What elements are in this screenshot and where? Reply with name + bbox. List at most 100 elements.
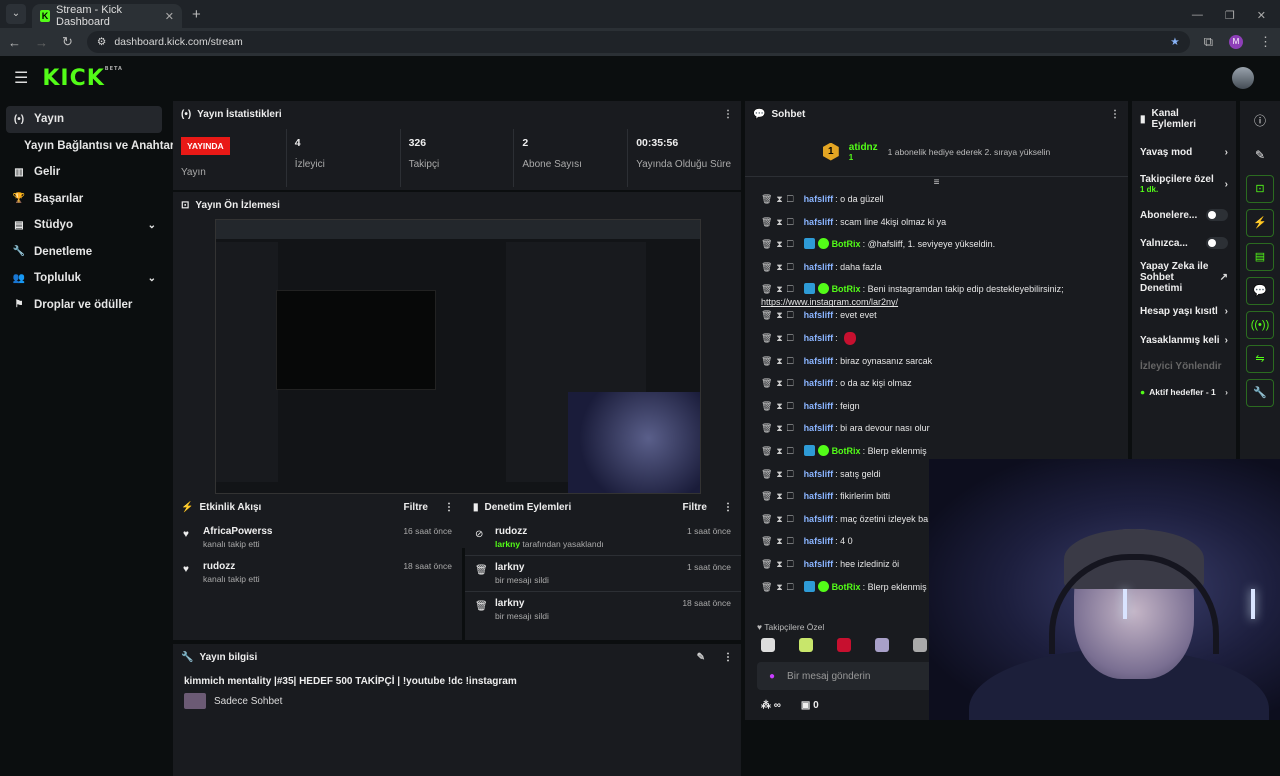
ban-icon: ⊘ xyxy=(475,529,484,540)
chat-link[interactable]: https://www.instagram.com/lar2ny/ xyxy=(761,296,1112,309)
gift-indicator[interactable]: ▣ 0 xyxy=(801,700,819,711)
trash-icon: 🗑 xyxy=(475,601,488,612)
chevron-right-icon: › xyxy=(1225,387,1228,397)
sidebar-item-basarilar[interactable]: 🏆 Başarılar xyxy=(0,186,168,213)
banned-words-action[interactable]: Yasaklanmış keli › xyxy=(1132,325,1236,355)
broadcast-icon[interactable]: ((•)) xyxy=(1246,311,1274,339)
site-info-icon[interactable]: ⚙ xyxy=(97,36,106,48)
back-icon[interactable]: ← xyxy=(8,35,21,50)
top-bar: ☰ KICKBETA xyxy=(0,56,1280,100)
mod-tools-icon[interactable]: 🗑⧗☐ xyxy=(761,309,798,322)
mod-tools-icon[interactable]: 🗑⧗☐ xyxy=(761,581,798,594)
restore-icon[interactable]: ❐ xyxy=(1225,9,1235,22)
chevron-right-icon: › xyxy=(1224,334,1228,346)
revenue-icon: ▥ xyxy=(14,166,24,178)
account-age-action[interactable]: Hesap yaşı kısıtl › xyxy=(1132,297,1236,325)
new-tab-button[interactable]: + xyxy=(192,6,201,23)
emote-only-action[interactable]: Yalnızca... xyxy=(1132,229,1236,257)
emote-icon[interactable] xyxy=(837,638,851,652)
clip-icon[interactable]: ⊡ xyxy=(1246,175,1274,203)
url-text: dashboard.kick.com/stream xyxy=(114,36,243,48)
emote-icon[interactable] xyxy=(875,638,889,652)
more-icon[interactable]: ⋮ xyxy=(1110,109,1120,120)
forward-icon[interactable]: → xyxy=(35,35,48,50)
trash-icon: 🗑 xyxy=(475,565,488,576)
mic-icon[interactable]: ● xyxy=(769,671,775,682)
sidebar-item-denetleme[interactable]: 🔧 Denetleme xyxy=(0,239,168,266)
split-icon[interactable]: ⇋ xyxy=(1246,345,1274,373)
more-icon[interactable]: ⋮ xyxy=(723,109,733,120)
chat-icon[interactable]: 💬 xyxy=(1246,277,1274,305)
mod-tools-icon[interactable]: 🗑⧗☐ xyxy=(761,261,798,274)
stat-subscribers: 2 Abone Sayısı xyxy=(514,129,629,187)
bolt-icon: ⚡ xyxy=(181,501,194,513)
sidebar-item-studyo[interactable]: ▤ Stüdyo ⌄ xyxy=(0,212,168,239)
browser-menu-icon[interactable]: ⋮ xyxy=(1259,34,1272,50)
emote-icon[interactable] xyxy=(799,638,813,652)
slow-mode-action[interactable]: Yavaş mod › xyxy=(1132,137,1236,167)
sidebar-item-yayin[interactable]: (•) Yayın xyxy=(6,106,162,133)
category-thumbnail xyxy=(184,693,206,709)
mod-tools-icon[interactable]: 🗑⧗☐ xyxy=(761,445,798,458)
edit-icon[interactable]: ✎ xyxy=(697,652,705,663)
more-icon[interactable]: ⋮ xyxy=(723,652,733,663)
tab-search-button[interactable]: ⌄ xyxy=(6,4,26,24)
wrench-icon[interactable]: 🔧 xyxy=(1246,379,1274,407)
mod-tools-icon[interactable]: 🗑⧗☐ xyxy=(761,216,798,229)
sidebar-item-stream-key[interactable]: Yayın Bağlantısı ve Anahtarı xyxy=(0,133,178,160)
bookmark-star-icon[interactable]: ★ xyxy=(1170,36,1179,48)
mod-tools-icon[interactable]: 🗑⧗☐ xyxy=(761,558,798,571)
edit-icon[interactable]: ✎ xyxy=(1246,141,1274,169)
mod-tools-icon[interactable]: 🗑⧗☐ xyxy=(761,283,798,296)
mod-tools-icon[interactable]: 🗑⧗☐ xyxy=(761,468,798,481)
more-icon[interactable]: ⋮ xyxy=(723,502,733,513)
mod-tools-icon[interactable]: 🗑⧗☐ xyxy=(761,355,798,368)
reload-icon[interactable]: ↻ xyxy=(62,34,73,50)
subscribers-only-action[interactable]: Abonelere... xyxy=(1132,201,1236,229)
mod-tools-icon[interactable]: 🗑⧗☐ xyxy=(761,422,798,435)
document-icon[interactable]: ▤ xyxy=(1246,243,1274,271)
stat-viewers: 4 İzleyici xyxy=(287,129,401,187)
mod-tools-icon[interactable]: 🗑⧗☐ xyxy=(761,400,798,413)
mod-tools-icon[interactable]: 🗑⧗☐ xyxy=(761,193,798,206)
profile-avatar[interactable]: M xyxy=(1229,35,1243,49)
more-icon[interactable]: ⋮ xyxy=(444,502,454,513)
active-goals-action[interactable]: ● Aktif hedefler - 1 › xyxy=(1132,377,1236,407)
chevron-right-icon: › xyxy=(1224,305,1228,317)
menu-icon[interactable]: ☰ xyxy=(14,68,28,88)
sidebar-item-topluluk[interactable]: 👥 Topluluk ⌄ xyxy=(0,265,168,292)
info-icon[interactable]: ⓘ xyxy=(1246,107,1274,135)
toggle-switch[interactable] xyxy=(1206,209,1228,221)
stream-preview-video[interactable] xyxy=(215,219,701,494)
emote-icon[interactable] xyxy=(761,638,775,652)
mod-tools-icon[interactable]: 🗑⧗☐ xyxy=(761,377,798,390)
emote-icon[interactable] xyxy=(913,638,927,652)
mod-tools-icon[interactable]: 🗑⧗☐ xyxy=(761,535,798,548)
bolt-icon[interactable]: ⚡ xyxy=(1246,209,1274,237)
filter-button[interactable]: Filtre xyxy=(404,502,428,513)
user-avatar[interactable] xyxy=(1232,67,1254,89)
extensions-icon[interactable]: ⧉ xyxy=(1204,34,1213,50)
close-window-icon[interactable]: ✕ xyxy=(1257,9,1266,22)
sidebar-item-droplar[interactable]: ⚑ Droplar ve ödüller xyxy=(0,292,168,319)
kick-logo[interactable]: KICKBETA xyxy=(42,66,123,91)
mod-tools-icon[interactable]: 🗑⧗☐ xyxy=(761,332,798,345)
mod-tools-icon[interactable]: 🗑⧗☐ xyxy=(761,513,798,526)
minimize-icon[interactable]: — xyxy=(1192,9,1203,22)
url-input[interactable]: ⚙ dashboard.kick.com/stream ★ xyxy=(86,31,1190,53)
mod-tools-icon[interactable]: 🗑⧗☐ xyxy=(761,238,798,251)
raid-action: İzleyici Yönlendir xyxy=(1140,360,1222,372)
followers-only-action[interactable]: Takipçilere özel 1 dk. › xyxy=(1132,167,1236,201)
ai-moderation-action[interactable]: Yapay Zeka ile Sohbet Denetimi ↗ xyxy=(1132,257,1236,297)
chat-message: 🗑⧗☐ BotRix: Beni instagramdan takip edip … xyxy=(761,283,1112,309)
points-indicator[interactable]: ⁂ ∞ xyxy=(761,700,781,711)
chat-message: 🗑⧗☐ hafsliff: o da az kişi olmaz xyxy=(761,377,912,390)
filter-button[interactable]: Filtre xyxy=(683,502,707,513)
wrench-icon: 🔧 xyxy=(181,651,194,663)
toggle-switch[interactable] xyxy=(1206,237,1228,249)
close-tab-icon[interactable]: ✕ xyxy=(165,10,174,23)
sidebar-item-gelir[interactable]: ▥ Gelir xyxy=(0,159,168,186)
collapse-icon[interactable]: ≡ xyxy=(745,177,1128,193)
browser-tab[interactable]: K Stream - Kick Dashboard ✕ xyxy=(32,4,182,28)
mod-tools-icon[interactable]: 🗑⧗☐ xyxy=(761,490,798,503)
